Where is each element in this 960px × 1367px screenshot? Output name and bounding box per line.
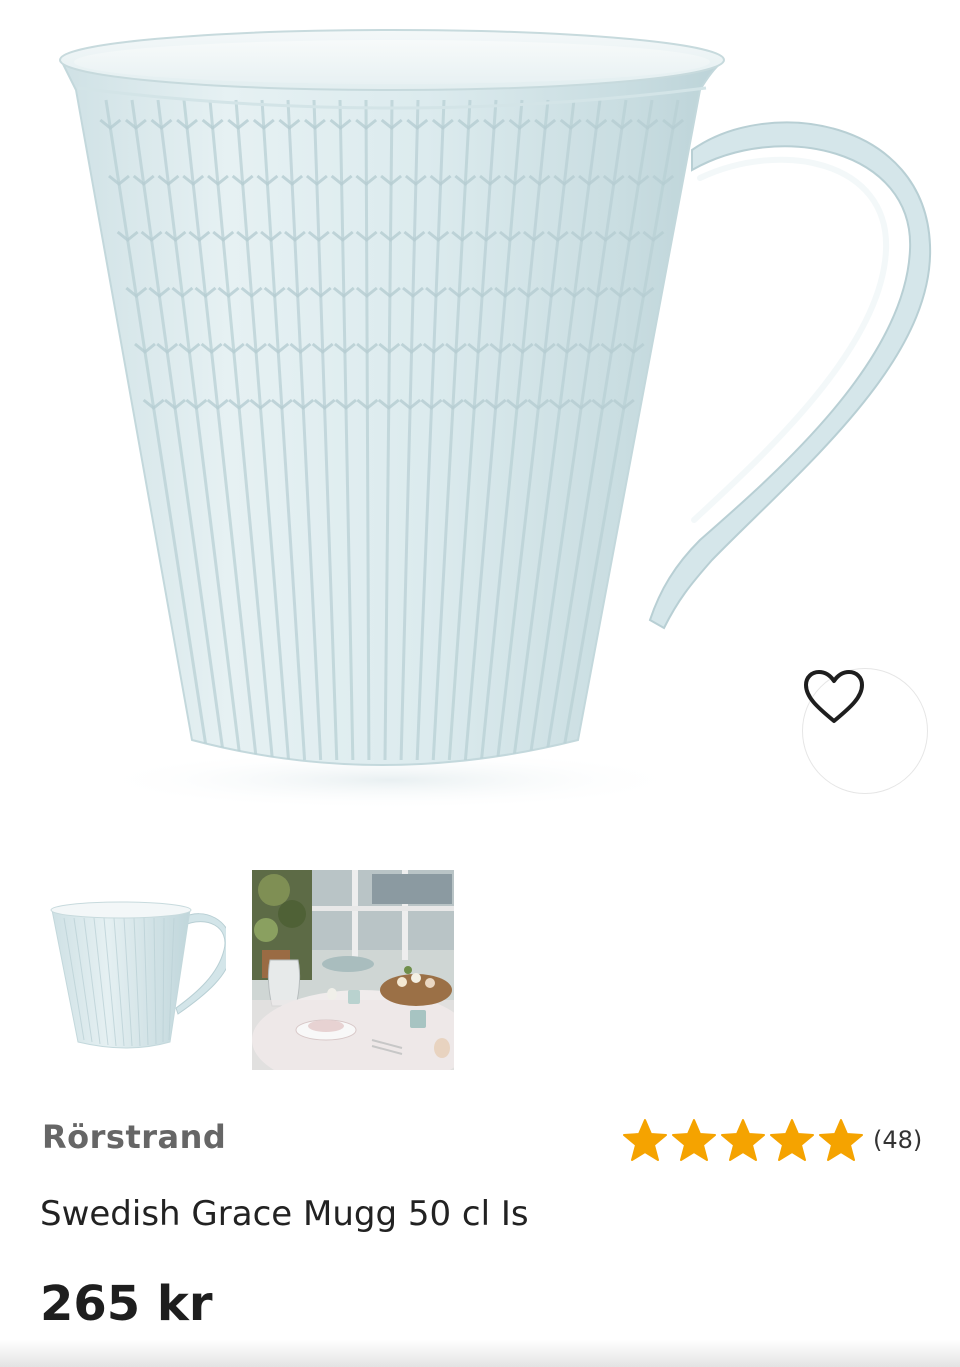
thumbnail-mug[interactable] — [48, 870, 226, 1070]
star-icon — [721, 1119, 765, 1161]
review-count[interactable]: (48) — [873, 1126, 922, 1154]
thumbnail-table-setting[interactable] — [252, 870, 454, 1070]
brand-name[interactable]: Rörstrand — [42, 1118, 226, 1156]
table-setting-thumbnail-image — [252, 870, 454, 1070]
favorite-button[interactable] — [802, 668, 928, 794]
product-title: Swedish Grace Mugg 50 cl Is — [40, 1194, 529, 1234]
star-icon — [623, 1119, 667, 1161]
star-icon — [672, 1119, 716, 1161]
product-main-image[interactable] — [0, 0, 960, 840]
heart-outline-icon — [804, 670, 864, 723]
thumbnail-strip — [48, 870, 454, 1070]
product-price: 265 kr — [40, 1276, 213, 1332]
bottom-scroll-fade — [0, 1340, 960, 1367]
mug-thumbnail-image — [50, 901, 226, 1049]
rating-summary[interactable]: (48) — [622, 1118, 922, 1162]
star-icon — [819, 1119, 863, 1161]
star-icon — [770, 1119, 814, 1161]
